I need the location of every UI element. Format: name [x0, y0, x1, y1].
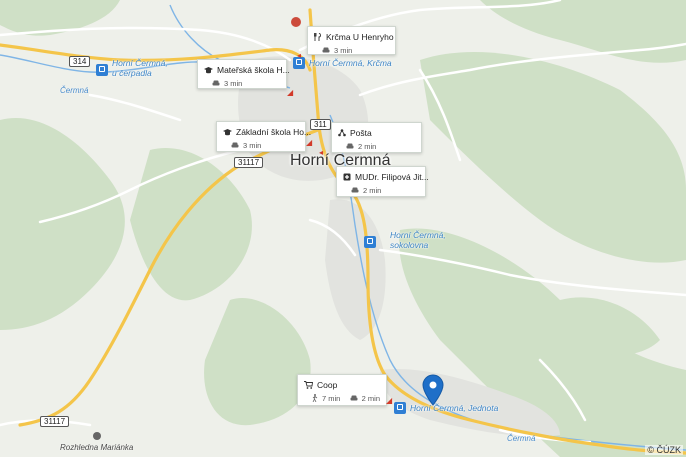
callout-krcma[interactable]: Krčma U Henryho 3 min: [307, 26, 396, 55]
school-icon: [223, 128, 232, 135]
poi-label-rozhledna[interactable]: Rozhledna Mariánka: [60, 443, 133, 452]
callout-title: Základní škola Ho...: [236, 127, 312, 137]
car-icon: [350, 395, 358, 400]
stream-label: Čermná: [507, 434, 536, 443]
callout-pointer-arrow: ◂: [319, 148, 324, 157]
bus-stop-label[interactable]: Horní Čermná, Krčma: [309, 58, 392, 68]
bus-stop-label-line: Horní Čermná,: [112, 58, 168, 68]
callout-time: 3 min: [334, 45, 353, 55]
callout-time: 3 min: [243, 140, 262, 150]
callout-coop[interactable]: Coop 7 min 2 min: [297, 374, 387, 406]
callout-title: Pošta: [350, 128, 372, 138]
callout-time: 2 min: [363, 185, 382, 195]
car-icon: [346, 143, 354, 148]
bus-stop-label[interactable]: Horní Čermná, sokolovna: [390, 230, 446, 250]
restaurant-icon: [314, 33, 321, 41]
map-copyright[interactable]: © ČÚZK: [645, 445, 683, 455]
road-shield-31117: 31117: [234, 157, 264, 168]
school-icon: [204, 66, 213, 73]
bus-stop-icon[interactable]: [364, 236, 376, 248]
stream-label: Čermná: [60, 86, 89, 95]
callout-time-walk: 7 min: [322, 393, 341, 403]
bus-stop-icon[interactable]: [96, 64, 108, 76]
bus-stop-label-line: sokolovna: [390, 240, 429, 250]
callout-mudr-filipova[interactable]: MUDr. Filipová Jit... 2 min: [336, 166, 429, 197]
car-icon: [322, 47, 330, 52]
poi-dot: [291, 17, 301, 27]
bus-stop-icon[interactable]: [394, 402, 406, 414]
car-icon: [212, 80, 220, 85]
medical-icon: [343, 173, 351, 181]
callout-pointer-arrow: ◂: [297, 51, 302, 60]
road-shield-31117: 31117: [40, 416, 70, 427]
walking-icon: [312, 394, 318, 402]
map-canvas[interactable]: 314 311 31117 31117 Horní Čermná Čermná …: [0, 0, 686, 457]
callout-pointer-arrow: ◢: [287, 88, 294, 97]
callout-title: Coop: [317, 380, 338, 390]
poi-dot: [93, 432, 101, 440]
callout-time: 2 min: [358, 141, 377, 151]
post-icon: [338, 129, 346, 137]
bus-stop-label-line: Horní Čermná,: [390, 230, 446, 240]
car-icon: [351, 187, 359, 192]
bus-stop-label-line: u čerpadla: [112, 68, 152, 78]
callout-time: 3 min: [224, 78, 243, 88]
callout-title: Krčma U Henryho: [326, 32, 394, 42]
road-shield-311: 311: [310, 119, 331, 130]
callout-pointer-arrow: ◢: [386, 396, 393, 405]
callout-materska-skola[interactable]: Mateřská škola H... 3 min: [197, 59, 290, 89]
callout-title: Mateřská škola H...: [217, 65, 290, 75]
callout-zakladni-skola[interactable]: Základní škola Ho... 3 min: [216, 121, 311, 152]
location-marker-icon[interactable]: [422, 374, 444, 406]
bus-stop-label[interactable]: Horní Čermná, u čerpadla: [112, 58, 168, 78]
callout-pointer-arrow: ◢: [306, 138, 313, 147]
road-shield-314: 314: [69, 56, 91, 67]
callout-posta[interactable]: Pošta 2 min: [331, 122, 422, 153]
shopping-cart-icon: [304, 381, 313, 389]
car-icon: [231, 142, 239, 147]
callout-time-car: 2 min: [361, 393, 380, 403]
callout-title: MUDr. Filipová Jit...: [355, 172, 429, 182]
